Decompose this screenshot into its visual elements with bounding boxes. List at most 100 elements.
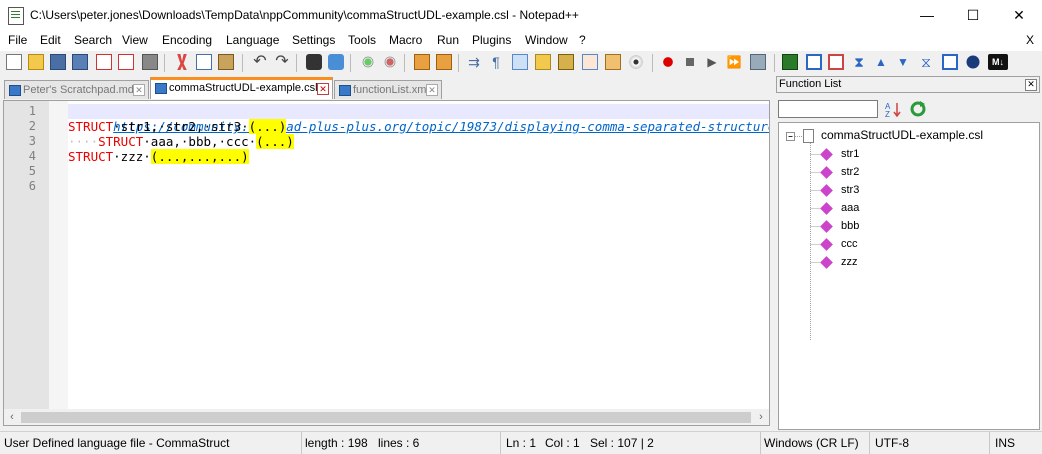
menu-edit[interactable]: Edit [40,33,61,47]
menu-search[interactable]: Search [74,33,112,47]
find-icon[interactable] [306,54,322,70]
function-item[interactable]: str2 [841,166,859,178]
maximize-button[interactable]: ☐ [950,0,996,31]
new-file-icon[interactable] [6,54,22,70]
menu-encoding[interactable]: Encoding [162,33,212,47]
python-script-icon[interactable] [965,54,981,70]
menu-language[interactable]: Language [226,33,279,47]
scroll-left-icon[interactable]: ‹ [4,409,20,425]
tree-root-file[interactable]: commaStructUDL-example.csl [821,128,983,142]
menu-file[interactable]: File [8,33,27,47]
function-tree[interactable]: commaStructUDL-example.csl str1 str2 str… [778,122,1040,430]
play-macro-icon[interactable]: ▶ [704,54,720,70]
status-selection: Sel : 107 | 2 [590,436,654,450]
paste-icon[interactable] [218,54,234,70]
scroll-right-icon[interactable]: › [753,409,769,425]
horizontal-scrollbar[interactable]: ‹ › [4,409,769,425]
close-document-x[interactable]: X [1026,33,1034,47]
menu-plugins[interactable]: Plugins [472,33,511,47]
replace-icon[interactable] [328,54,344,70]
undo-icon[interactable]: ↶ [252,54,268,70]
tab-close-icon[interactable]: ✕ [426,84,438,96]
sort-icon[interactable]: AZ [884,101,902,119]
print-icon[interactable] [142,54,158,70]
close-file-icon[interactable] [96,54,112,70]
folder-as-workspace-icon[interactable] [605,54,621,70]
record-macro-icon[interactable] [660,54,676,70]
toolbar-separator [164,54,165,72]
menu-macro[interactable]: Macro [389,33,422,47]
open-folder-icon[interactable] [28,54,44,70]
plugin-download-icon[interactable] [782,54,798,70]
line-number: 1 [28,104,36,118]
save-macro-icon[interactable] [750,54,766,70]
menu-window[interactable]: Window [525,33,568,47]
word-wrap-icon[interactable]: ⇉ [466,54,482,70]
reload-icon[interactable] [909,100,927,118]
save-icon[interactable] [50,54,66,70]
whitespace-indent: ···· [68,134,99,149]
collapse-icon[interactable]: ⧗ [851,54,867,70]
redo-icon[interactable]: ↷ [274,54,290,70]
function-search-input[interactable] [778,100,878,118]
scroll-thumb[interactable] [21,412,751,423]
tab-commastruct[interactable]: commaStructUDL-example.csl ✕ [150,77,333,99]
plugin-list-icon[interactable] [806,54,822,70]
status-lines: lines : 6 [378,436,420,450]
menu-run[interactable]: Run [437,33,459,47]
sync-vertical-icon[interactable] [414,54,430,70]
zoom-out-icon[interactable] [382,54,398,70]
monitoring-icon[interactable] [628,54,644,70]
tab-functionlist[interactable]: functionList.xml ✕ [334,80,442,99]
cut-icon[interactable] [177,54,187,70]
status-separator [869,432,870,454]
move-up-icon[interactable]: ▲ [873,54,889,70]
copy-icon[interactable] [196,54,212,70]
sync-horizontal-icon[interactable] [436,54,452,70]
tab-close-icon[interactable]: ✕ [317,83,329,95]
stop-macro-icon[interactable] [682,54,698,70]
run-macro-multiple-icon[interactable]: ⏩ [726,54,742,70]
move-down-icon[interactable]: ▼ [895,54,911,70]
markdown-icon[interactable]: M↓ [988,54,1008,70]
close-all-icon[interactable] [118,54,134,70]
minimize-button[interactable]: — [904,0,950,31]
menu-settings[interactable]: Settings [292,33,335,47]
status-encoding[interactable]: UTF-8 [875,436,909,450]
editor[interactable]: 1 2 3 4 5 6 https://community.notepad-pl… [3,100,770,426]
function-item[interactable]: str3 [841,184,859,196]
show-all-characters-icon[interactable]: ¶ [488,54,504,70]
function-item[interactable]: bbb [841,220,859,232]
plugin-table-icon[interactable] [828,54,844,70]
zoom-in-icon[interactable] [360,54,376,70]
indent-guide-icon[interactable] [512,54,528,70]
keyword: STRUCT [68,119,114,134]
close-button[interactable]: ✕ [996,0,1042,31]
function-list-icon[interactable] [582,54,598,70]
function-item[interactable]: ccc [841,238,858,250]
function-item[interactable]: zzz [841,256,858,268]
save-all-icon[interactable] [72,54,88,70]
svg-text:Z: Z [885,110,890,118]
udl-dialog-icon[interactable] [535,54,551,70]
function-item[interactable]: aaa [841,202,859,214]
status-eol[interactable]: Windows (CR LF) [764,436,859,450]
status-insert-mode[interactable]: INS [995,436,1015,450]
tab-scratchpad[interactable]: Peter's Scratchpad.md ✕ [4,80,149,99]
toolbar: ↶ ↷ ⇉ ¶ ▶ ⏩ ⧗ ▲ ▼ ⧖ M↓ [0,51,1042,75]
fold-margin[interactable] [49,101,68,409]
menu-tools[interactable]: Tools [348,33,376,47]
function-item[interactable]: str1 [841,148,859,160]
document-map-icon[interactable] [558,54,574,70]
panel-close-icon[interactable]: ✕ [1025,79,1037,91]
line-number-gutter: 1 2 3 4 5 6 [4,101,49,409]
function-list-panel: Function List ✕ AZ commaStructUDL-exampl… [776,76,1041,431]
menu-help[interactable]: ? [579,33,586,47]
file-icon [155,83,167,94]
menu-view[interactable]: View [122,33,148,47]
toolbar-separator [404,54,405,72]
tab-close-icon[interactable]: ✕ [133,84,145,96]
expand-icon[interactable]: ⧖ [918,54,934,70]
plugin-panel-icon[interactable] [942,54,958,70]
fold-highlight: (...) [248,119,287,134]
